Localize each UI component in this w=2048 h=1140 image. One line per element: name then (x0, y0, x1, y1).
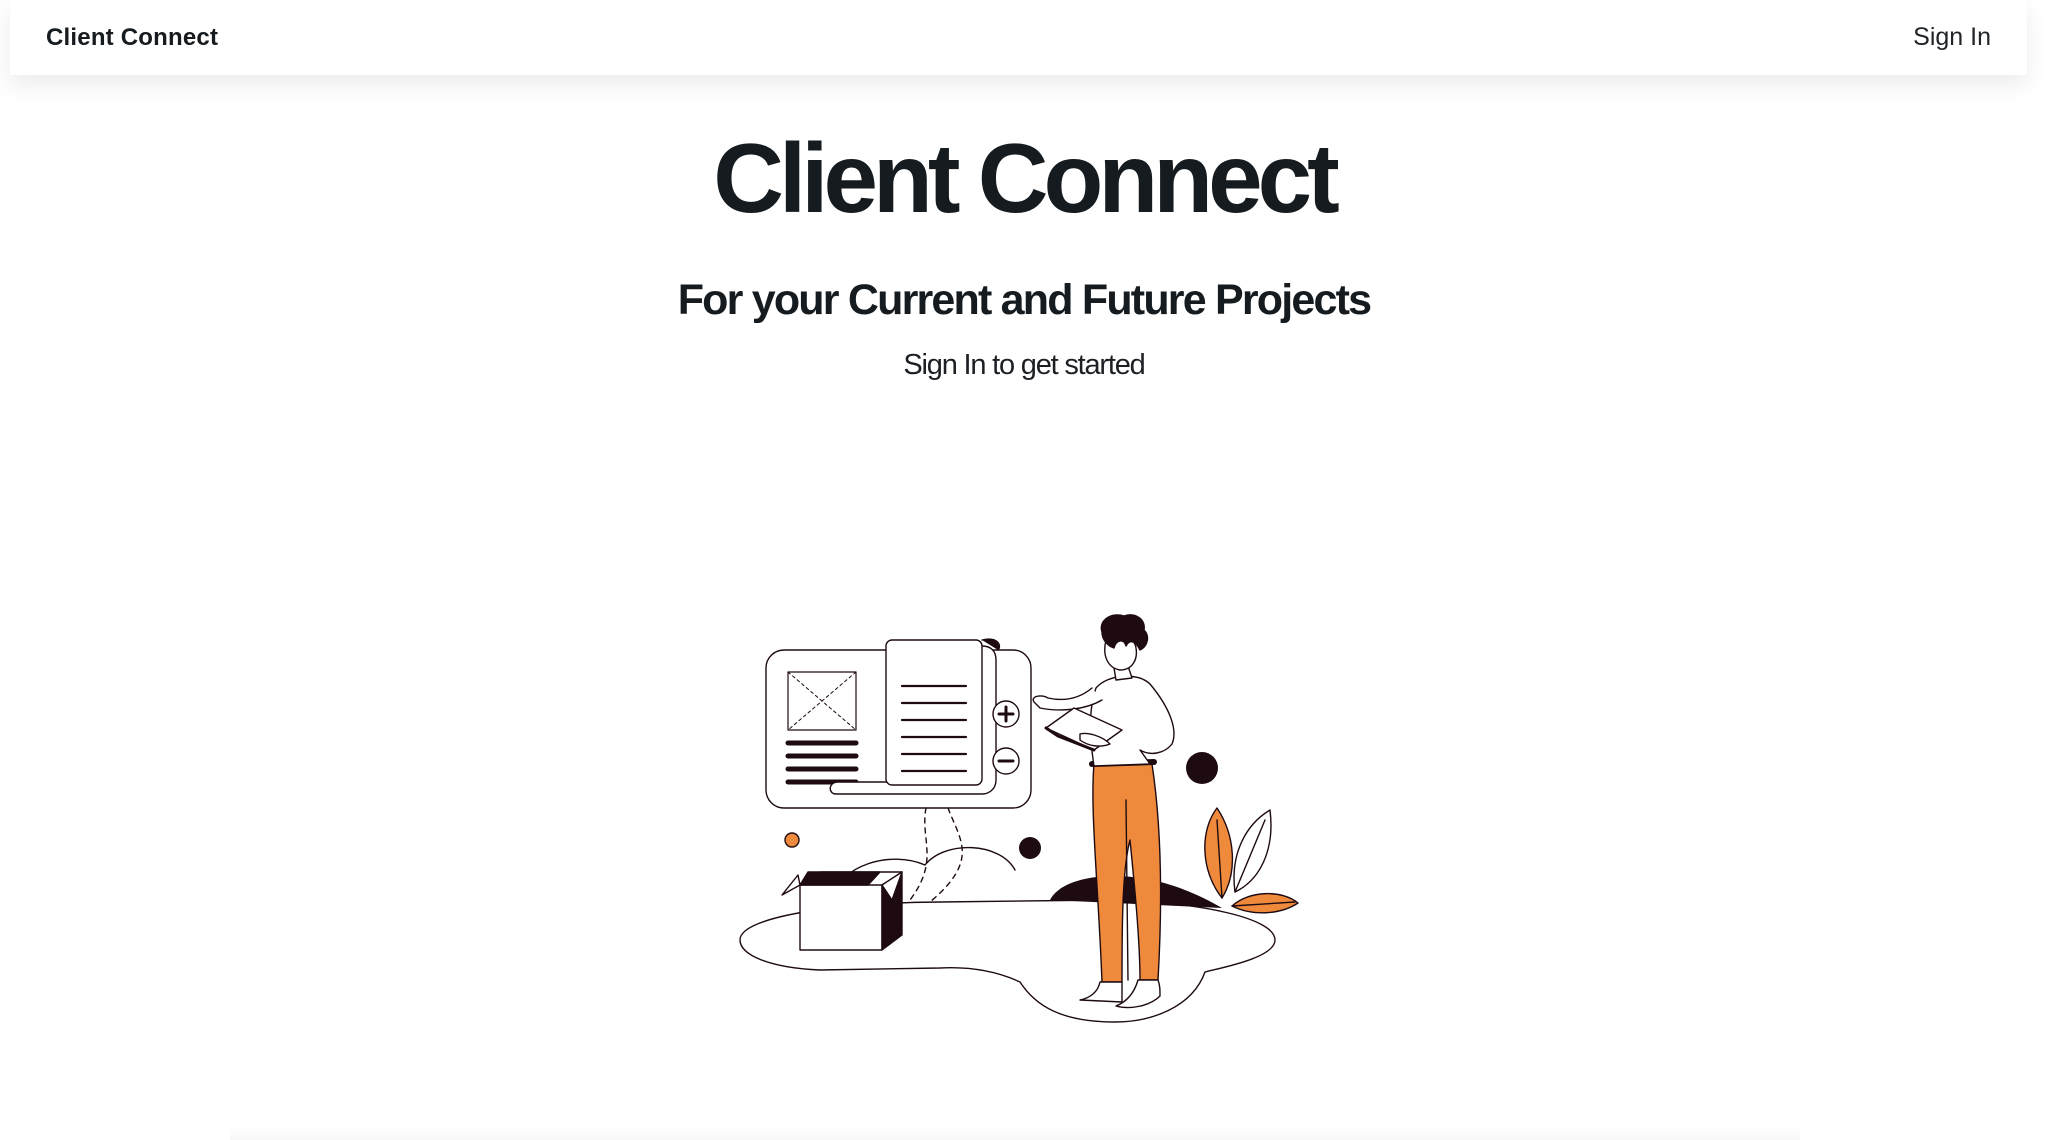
person-wireframe-illustration-icon (739, 614, 1299, 1023)
sign-in-link[interactable]: Sign In (1913, 23, 1991, 52)
page-title: Client Connect (713, 123, 1339, 233)
page-subtitle: For your Current and Future Projects (677, 276, 1372, 324)
brand-link[interactable]: Client Connect (46, 24, 218, 52)
top-navbar: Client Connect Sign In (10, 0, 2027, 75)
sign-in-prompt: Sign In to get started (903, 349, 1145, 381)
footer-divider (230, 1126, 1800, 1140)
